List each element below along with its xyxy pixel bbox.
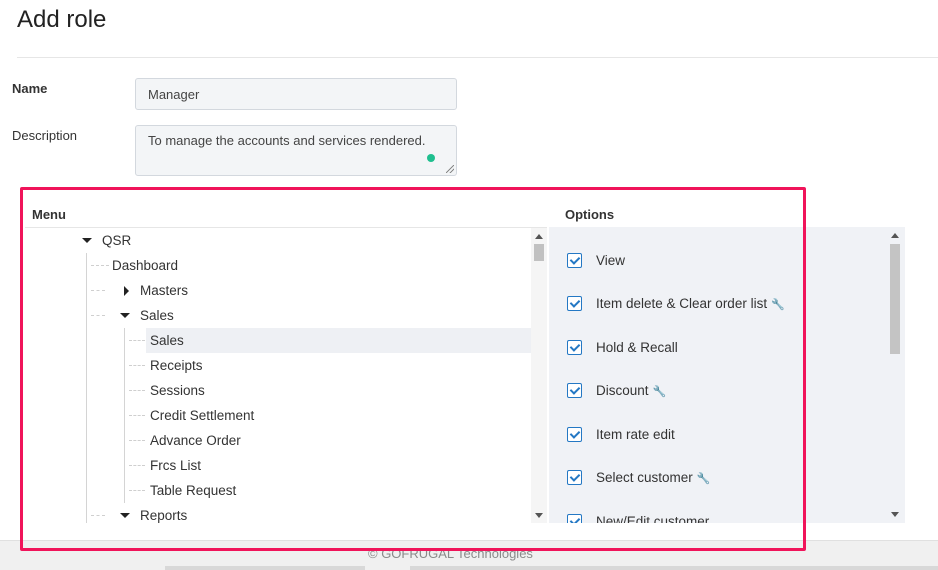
tree-node-label: Sessions [150, 383, 205, 398]
tree-node-label: Reports [140, 508, 188, 523]
page-title: Add role [17, 6, 107, 33]
footer-bar-segment [165, 566, 365, 570]
tree-node-frcs-list[interactable]: Frcs List [150, 453, 201, 478]
tree-node-table-request[interactable]: Table Request [150, 478, 236, 503]
tree-connector [129, 390, 145, 391]
checkbox-checked-icon[interactable] [567, 340, 582, 355]
checkbox-checked-icon[interactable] [567, 383, 582, 398]
scroll-down-icon[interactable] [891, 512, 899, 517]
tree-connector [91, 265, 109, 266]
tree-connector [129, 465, 145, 466]
add-role-page: Add role Name Manager Description To man… [0, 0, 938, 570]
status-dot-icon [427, 154, 435, 162]
footer-copyright: © GOFRUGAL Technologies [368, 546, 533, 561]
tree-connector [129, 490, 145, 491]
options-header: Options [565, 207, 615, 222]
tree-node-label: Table Request [150, 483, 237, 498]
tree-node-label: Advance Order [150, 433, 241, 448]
option-label: Discount [596, 383, 649, 398]
checkbox-checked-icon[interactable] [567, 514, 582, 523]
title-divider [17, 57, 938, 58]
option-label: Item delete & Clear order list [596, 296, 768, 311]
checkbox-checked-icon[interactable] [567, 470, 582, 485]
option-label: New/Edit customer [596, 514, 710, 523]
tree-node-label: Frcs List [150, 458, 202, 473]
pin-icon: 🔧 [652, 386, 667, 398]
checkbox-checked-icon[interactable] [567, 253, 582, 268]
name-field[interactable]: Manager [135, 78, 457, 110]
tree-connector [91, 315, 105, 316]
name-label: Name [12, 81, 48, 96]
options-list: View Item delete & Clear order list 🔧 Hol… [549, 227, 905, 523]
tree-node-qsr[interactable]: QSR [80, 228, 520, 253]
tree-node-sales-group[interactable]: Sales [120, 303, 520, 328]
menu-tree: QSR Dashboard Masters Sales Sales Receip… [25, 227, 547, 523]
description-field[interactable]: To manage the accounts and services rend… [135, 125, 457, 176]
caret-down-icon[interactable] [82, 238, 92, 243]
tree-node-sales[interactable]: Sales [146, 328, 531, 353]
tree-node-label: QSR [102, 233, 132, 248]
resize-grip-icon[interactable] [446, 165, 454, 173]
tree-connector [129, 415, 145, 416]
description-label: Description [12, 128, 78, 143]
scroll-up-icon[interactable] [535, 234, 543, 239]
description-text: To manage the accounts and services rend… [148, 133, 426, 148]
tree-node-reports[interactable]: Reports [120, 503, 520, 523]
option-label: Select customer [596, 470, 693, 485]
scroll-thumb[interactable] [890, 244, 900, 354]
caret-right-icon[interactable] [124, 286, 129, 296]
scroll-down-icon[interactable] [535, 513, 543, 518]
caret-down-icon[interactable] [120, 513, 130, 518]
tree-connector [129, 340, 145, 341]
pin-icon: 🔧 [696, 473, 711, 485]
tree-node-dashboard[interactable]: Dashboard [112, 253, 512, 278]
tree-node-label: Credit Settlement [150, 408, 255, 423]
tree-node-label: Masters [140, 283, 189, 298]
tree-node-credit-settlement[interactable]: Credit Settlement [150, 403, 254, 428]
page-footer: © GOFRUGAL Technologies [0, 540, 938, 570]
tree-guide-line [124, 328, 125, 503]
tree-node-label: Sales [150, 333, 184, 348]
option-label: View [596, 253, 626, 268]
caret-down-icon[interactable] [120, 313, 130, 318]
option-label: Hold & Recall [596, 340, 678, 355]
pin-icon: 🔧 [771, 299, 785, 311]
tree-node-masters[interactable]: Masters [120, 278, 520, 303]
option-label: Item rate edit [596, 427, 675, 442]
scroll-thumb[interactable] [534, 244, 544, 261]
tree-node-label: Receipts [150, 358, 203, 373]
tree-guide-line [86, 253, 87, 523]
tree-connector [129, 440, 145, 441]
tree-connector [91, 515, 105, 516]
tree-connector [129, 365, 145, 366]
tree-connector [91, 290, 105, 291]
tree-node-receipts[interactable]: Receipts [150, 353, 203, 378]
scroll-up-icon[interactable] [891, 233, 899, 238]
tree-node-advance-order[interactable]: Advance Order [150, 428, 241, 453]
menu-scrollbar[interactable] [531, 228, 547, 523]
tree-node-label: Dashboard [112, 258, 179, 273]
options-scrollbar[interactable] [887, 227, 903, 523]
tree-node-sessions[interactable]: Sessions [150, 378, 205, 403]
checkbox-checked-icon[interactable] [567, 296, 582, 311]
checkbox-checked-icon[interactable] [567, 427, 582, 442]
menu-header: Menu [32, 207, 66, 222]
footer-bar-segment [410, 566, 938, 570]
tree-node-label: Sales [140, 308, 174, 323]
